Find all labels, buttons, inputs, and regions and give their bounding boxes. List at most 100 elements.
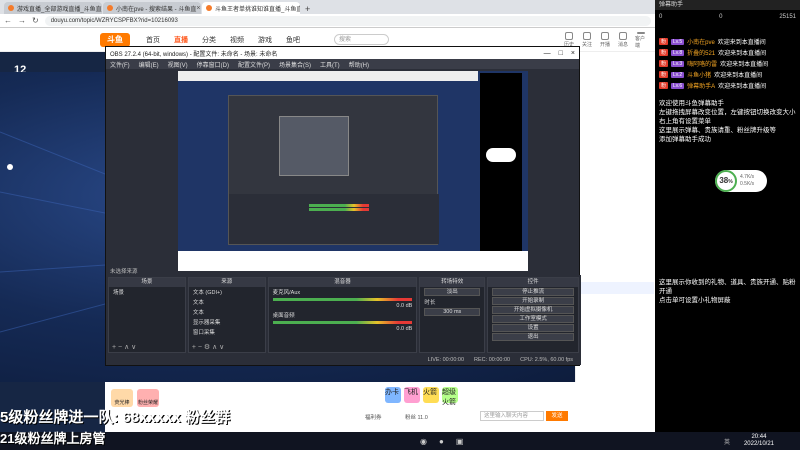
browser-tab-2[interactable]: 斗鱼王者单挑谁知谁直播_斗鱼直× <box>202 2 300 14</box>
forward-icon[interactable]: → <box>18 16 26 25</box>
cpu-widget[interactable]: 38% 4.7K/s 0.5K/s <box>715 170 767 192</box>
exit-button[interactable]: 退出 <box>492 333 574 341</box>
helper-notice: 欢迎使用斗鱼弹幕助手 左键拖拽屏幕改变位置，左键按钮切换改变大小 右上角有设置菜… <box>659 100 796 143</box>
maximize-icon[interactable]: □ <box>559 50 563 57</box>
close-icon[interactable]: × <box>196 5 200 12</box>
obs-docks: 场景 场景 + − ∧ ∨ 来源 文本 (GDI+) 文本 文本 显示器采集 窗… <box>106 275 581 355</box>
message-button[interactable]: 消息 <box>617 32 629 48</box>
gift-notice: 这里展示你收到的礼物、道具、贵族开通、贴粉开通 点击单可设置小礼物屏蔽 <box>659 279 796 304</box>
close-icon[interactable]: × <box>571 50 575 57</box>
back-icon[interactable]: ← <box>4 16 12 25</box>
reload-icon[interactable]: ↻ <box>32 16 39 25</box>
obs-titlebar: OBS 27.2.4 (64-bit, windows) - 配置文件: 未命名… <box>106 47 579 59</box>
gift-item[interactable]: 粉丝荣耀 <box>137 389 159 407</box>
duration-label: 时长 <box>424 300 436 306</box>
cpu-widget-icon <box>486 148 516 162</box>
chat-message: 粉 Lv.6 弹幕助手A 欢迎来到本直播间 <box>659 82 767 90</box>
cpu-value: 38% <box>715 170 737 192</box>
room-label: 福利券 <box>365 415 382 421</box>
gift-shelf: 办卡 飞机 火箭 超级火箭 <box>385 387 458 406</box>
stat-gift: 0 <box>659 14 663 20</box>
nav-home[interactable]: 首页 <box>146 35 160 45</box>
sources-title: 来源 <box>188 278 265 287</box>
menu-tools[interactable]: 工具(T) <box>320 60 340 69</box>
tab-label: 游戏直播_全部游戏直播_斗鱼直 <box>17 6 102 13</box>
obs-title: OBS 27.2.4 (64-bit, windows) - 配置文件: 未命名… <box>110 51 278 58</box>
danmu-helper-panel: 弹幕助手 0 0 25151 粉 Lv.5 小南在pve 欢迎来到本直播间 粉 Lv.8… <box>655 0 800 432</box>
source-item[interactable]: 文本 (GDI+) <box>189 287 265 297</box>
menu-scene-collection[interactable]: 场景集合(S) <box>279 60 311 69</box>
source-item[interactable]: 文本 <box>189 307 265 317</box>
right-promo <box>578 282 654 294</box>
tab-label: 小南在pve - 搜索结果 - 斗鱼直 <box>116 6 197 13</box>
stat-viewers: 25151 <box>779 14 796 20</box>
folder-app-icon[interactable]: ▣ <box>456 437 464 446</box>
url-field[interactable]: douyu.com/topic/WZRYCSPFBX?rid=10216093 <box>44 15 651 26</box>
douyu-favicon-icon <box>107 5 113 11</box>
transition-select[interactable]: 淡出 <box>424 288 481 296</box>
gift-item[interactable]: 超级火箭 <box>442 387 458 406</box>
controls-title: 控件 <box>488 278 578 287</box>
settings-button[interactable]: 设置 <box>492 324 574 332</box>
history-icon <box>565 32 573 40</box>
live-status: LIVE: 00:00:00 <box>427 357 465 363</box>
overlay-line-1: 5级粉丝牌进一队: 68xxxxx 粉丝群 <box>0 409 231 426</box>
nav-video[interactable]: 视频 <box>230 35 244 45</box>
broadcast-button[interactable]: 开播 <box>599 32 611 48</box>
clock[interactable]: 20:44 2022/10/21 <box>744 434 800 448</box>
chat-input[interactable]: 这里输入聊天内容 <box>480 411 544 421</box>
new-tab-icon[interactable]: + <box>305 4 310 14</box>
scene-item[interactable]: 场景 <box>109 287 185 297</box>
menu-docks[interactable]: 停靠窗口(D) <box>197 60 229 69</box>
menu-edit[interactable]: 编辑(E) <box>139 60 159 69</box>
cpu-status: CPU: 2.5%, 60.00 fps <box>520 357 573 363</box>
menu-view[interactable]: 视图(V) <box>168 60 188 69</box>
scenes-title: 场景 <box>109 278 185 287</box>
gift-item[interactable]: 办卡 <box>385 387 401 403</box>
studio-mode-button[interactable]: 工作室模式 <box>492 315 574 323</box>
audio-meter <box>272 321 413 324</box>
ime-indicator[interactable]: 英 <box>724 437 730 446</box>
obs-preview[interactable] <box>178 71 528 271</box>
obs-app-icon[interactable]: ● <box>439 437 444 446</box>
nav-fishbar[interactable]: 鱼吧 <box>286 35 300 45</box>
gift-item[interactable]: 荧光棒 <box>111 389 133 407</box>
minimize-icon[interactable]: — <box>544 50 551 57</box>
douyu-logo[interactable]: 斗鱼 <box>100 32 130 47</box>
menu-help[interactable]: 帮助(H) <box>349 60 369 69</box>
source-item[interactable]: 窗口采集 <box>189 327 265 337</box>
gift-item[interactable]: 火箭 <box>423 387 439 403</box>
duration-input[interactable]: 300 ms <box>424 308 481 316</box>
scene-toolbar[interactable]: + − ∧ ∨ <box>112 343 136 351</box>
douyu-favicon-icon <box>206 5 212 11</box>
mixer-channel-name: 桌面音频 <box>272 313 295 319</box>
site-search-input[interactable]: 搜索 <box>334 34 389 45</box>
nav-category[interactable]: 分类 <box>202 35 216 45</box>
virtual-camera-button[interactable]: 开始虚拟摄像机 <box>492 306 574 314</box>
preview-nested-obs <box>228 95 439 245</box>
browser-app-icon[interactable]: ◉ <box>420 437 427 446</box>
windows-taskbar: ◉ ● ▣ 英 20:44 2022/10/21 <box>0 432 800 450</box>
obs-window: OBS 27.2.4 (64-bit, windows) - 配置文件: 未命名… <box>105 46 581 366</box>
stop-stream-button[interactable]: 停止推流 <box>492 288 574 296</box>
client-button[interactable]: 客户端 <box>635 32 647 49</box>
gift-item[interactable]: 飞机 <box>404 387 420 403</box>
browser-tab-1[interactable]: 小南在pve - 搜索结果 - 斗鱼直 × <box>103 2 201 14</box>
follow-button[interactable]: 关注 <box>581 32 593 48</box>
send-button[interactable]: 发送 <box>546 411 568 421</box>
window-controls: — □ × <box>544 50 575 57</box>
menu-profile[interactable]: 配置文件(P) <box>238 60 270 69</box>
preview-nested-window <box>279 116 349 176</box>
menu-file[interactable]: 文件(F) <box>110 60 130 69</box>
nav-live[interactable]: 直播 <box>174 35 188 45</box>
source-toolbar[interactable]: + − ⚙ ∧ ∨ <box>192 343 224 351</box>
browser-tab-0[interactable]: 游戏直播_全部游戏直播_斗鱼直× <box>4 2 102 14</box>
start-record-button[interactable]: 开始录制 <box>492 297 574 305</box>
obs-menubar: 文件(F) 编辑(E) 视图(V) 停靠窗口(D) 配置文件(P) 场景集合(S… <box>106 59 579 69</box>
nav-game[interactable]: 游戏 <box>258 35 272 45</box>
source-item[interactable]: 显示器采集 <box>189 317 265 327</box>
source-item[interactable]: 文本 <box>189 297 265 307</box>
mail-icon <box>619 32 627 40</box>
overlay-line-2: 21级粉丝牌上房管 <box>0 431 106 446</box>
